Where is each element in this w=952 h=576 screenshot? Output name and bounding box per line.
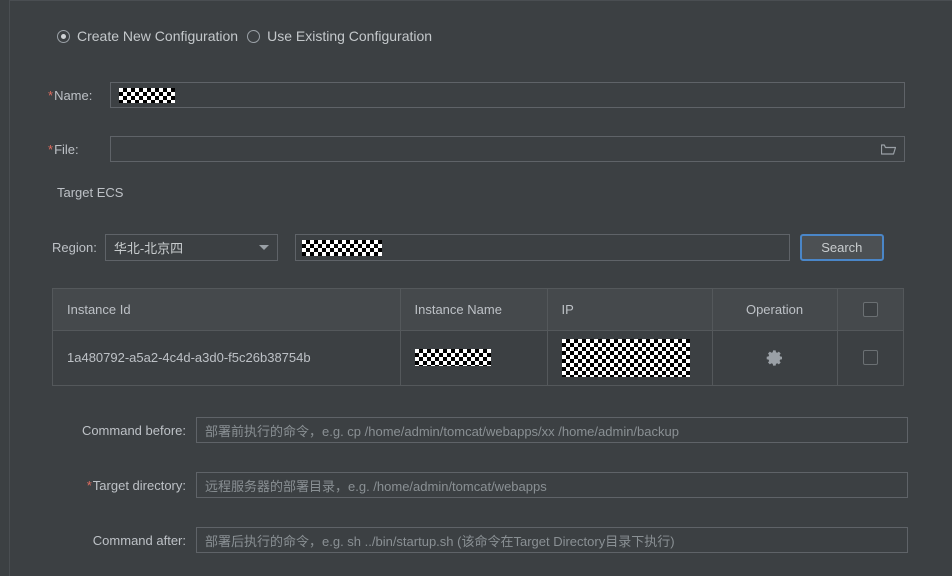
instance-ip-redacted	[561, 338, 690, 377]
deployment-configuration-panel: Create New Configuration Use Existing Co…	[0, 0, 952, 576]
command-before-placeholder: 部署前执行的命令，e.g. cp /home/admin/tomcat/weba…	[205, 423, 679, 439]
instance-search-value-redacted	[301, 239, 382, 256]
gear-icon[interactable]	[766, 349, 784, 367]
target-directory-input[interactable]: 远程服务器的部署目录，e.g. /home/admin/tomcat/webap…	[196, 472, 908, 498]
target-directory-required-marker: *	[86, 477, 92, 493]
name-value-redacted	[119, 87, 175, 103]
panel-left-border	[9, 0, 10, 576]
instance-search-input[interactable]	[294, 234, 790, 261]
column-header-instance-id[interactable]: Instance Id	[53, 289, 401, 330]
name-input[interactable]	[110, 82, 905, 108]
instance-name-redacted	[414, 349, 491, 367]
name-required-marker: *	[48, 87, 54, 103]
panel-top-border	[9, 0, 952, 1]
name-label: *Name:	[48, 88, 110, 103]
command-before-row: Command before: 部署前执行的命令，e.g. cp /home/a…	[48, 417, 908, 443]
command-after-label: Command after:	[48, 533, 196, 548]
cell-operation	[712, 330, 838, 385]
radio-use-existing-configuration-mark	[247, 29, 261, 43]
folder-icon[interactable]	[880, 143, 897, 156]
region-search-row: Region: 华北-北京四 Search	[52, 234, 884, 261]
target-directory-row: *Target directory: 远程服务器的部署目录，e.g. /home…	[48, 472, 908, 498]
cell-instance-name	[400, 330, 548, 385]
file-input[interactable]	[110, 136, 905, 162]
target-directory-label: *Target directory:	[48, 478, 196, 493]
ecs-instances-table: Instance Id Instance Name IP Operation 1…	[52, 288, 904, 386]
target-directory-placeholder: 远程服务器的部署目录，e.g. /home/admin/tomcat/webap…	[205, 478, 547, 494]
radio-create-new-configuration-mark	[57, 29, 70, 43]
command-before-input[interactable]: 部署前执行的命令，e.g. cp /home/admin/tomcat/weba…	[196, 417, 908, 443]
chevron-down-icon	[258, 245, 269, 250]
command-after-label-text: Command after:	[92, 532, 186, 548]
region-selected-value: 华北-北京四	[113, 241, 184, 256]
column-header-ip[interactable]: IP	[547, 289, 713, 330]
file-label: *File:	[48, 142, 110, 157]
command-before-label: Command before:	[48, 423, 196, 438]
column-header-select-all	[837, 289, 903, 330]
command-after-placeholder: 部署后执行的命令，e.g. sh ../bin/startup.sh (该命令在…	[205, 533, 675, 549]
radio-create-new-configuration-label: Create New Configuration	[77, 28, 239, 44]
region-select[interactable]: 华北-北京四	[104, 234, 278, 261]
file-field-row: *File:	[48, 136, 908, 162]
radio-create-new-configuration[interactable]: Create New Configuration	[57, 28, 238, 44]
command-after-row: Command after: 部署后执行的命令，e.g. sh ../bin/s…	[48, 527, 908, 553]
region-label: Region:	[52, 240, 97, 255]
radio-use-existing-configuration[interactable]: Use Existing Configuration	[247, 28, 432, 44]
search-button[interactable]: Search	[799, 234, 884, 261]
radio-use-existing-configuration-label: Use Existing Configuration	[267, 28, 433, 44]
cell-ip	[547, 330, 713, 385]
file-label-text: File:	[54, 141, 79, 157]
row-select-checkbox[interactable]	[862, 350, 878, 366]
target-ecs-section-title: Target ECS	[57, 185, 124, 200]
table-header-row: Instance Id Instance Name IP Operation	[53, 289, 903, 330]
column-header-instance-name[interactable]: Instance Name	[400, 289, 548, 330]
command-before-label-text: Command before:	[81, 422, 186, 438]
file-required-marker: *	[48, 141, 54, 157]
column-header-operation-label: Operation	[745, 301, 804, 317]
table-row[interactable]: 1a480792-a5a2-4c4d-a3d0-f5c26b38754b	[53, 330, 903, 385]
configuration-mode-radio-group: Create New Configuration Use Existing Co…	[57, 28, 432, 44]
target-directory-label-text: Target directory:	[92, 477, 186, 493]
cell-row-select	[837, 330, 903, 385]
cell-instance-id: 1a480792-a5a2-4c4d-a3d0-f5c26b38754b	[53, 330, 401, 385]
select-all-checkbox[interactable]	[862, 301, 878, 317]
column-header-operation: Operation	[712, 289, 838, 330]
name-field-row: *Name:	[48, 82, 908, 108]
name-label-text: Name:	[54, 87, 93, 103]
command-after-input[interactable]: 部署后执行的命令，e.g. sh ../bin/startup.sh (该命令在…	[196, 527, 908, 553]
